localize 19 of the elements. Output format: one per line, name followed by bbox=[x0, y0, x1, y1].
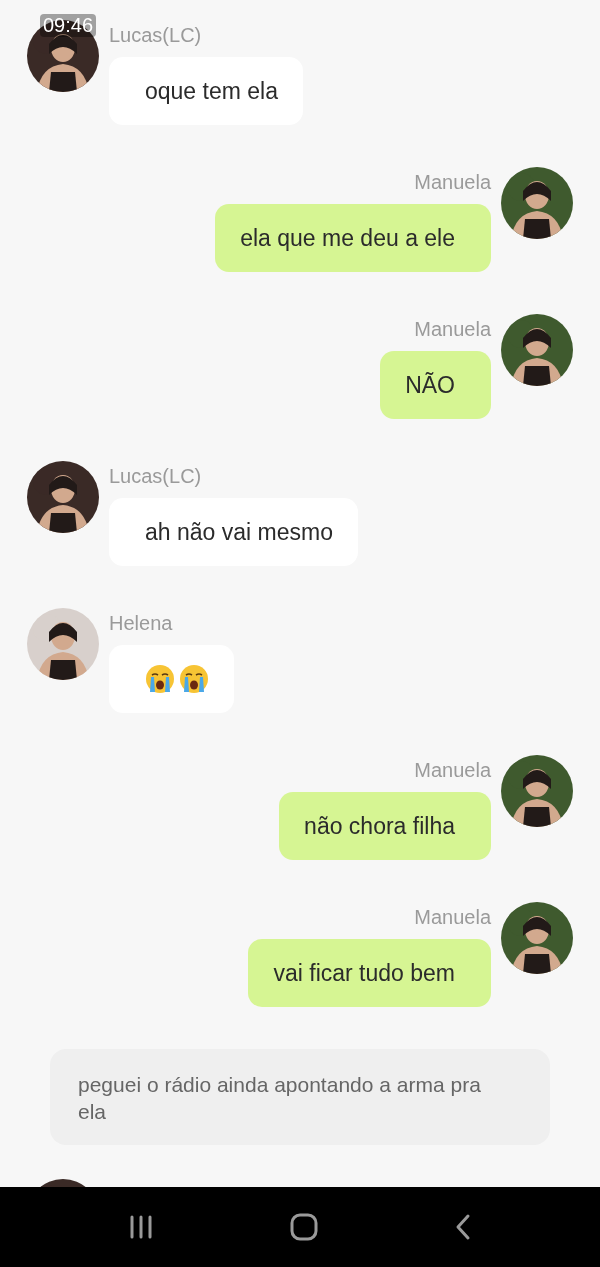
sender-name: Manuela bbox=[414, 758, 491, 783]
message-bubble: NÃO bbox=[380, 351, 491, 419]
sender-name: Helena bbox=[109, 611, 173, 636]
message-bubble: não chora filha bbox=[279, 792, 491, 860]
message-bubble: ah não vai mesmo bbox=[109, 498, 358, 566]
sender-name: Lucas(LC) bbox=[109, 464, 202, 489]
recent-apps-icon bbox=[128, 1214, 154, 1240]
sender-name: Manuela bbox=[414, 317, 491, 342]
message-bubble: oque tem ela bbox=[109, 57, 303, 125]
message-bubble: vai ficar tudo bem bbox=[248, 939, 491, 1007]
message-bubble: ela que me deu a ele bbox=[215, 204, 491, 272]
crying-face-icon bbox=[145, 664, 175, 694]
sender-name: Manuela bbox=[414, 170, 491, 195]
sender-name: Lucas(LC) bbox=[109, 23, 202, 48]
crying-face-icon bbox=[179, 664, 209, 694]
back-icon bbox=[454, 1213, 472, 1241]
home-icon bbox=[290, 1213, 318, 1241]
sender-name: Manuela bbox=[414, 905, 491, 930]
narration-text: peguei o rádio ainda apontando a arma pra ela bbox=[50, 1049, 550, 1145]
